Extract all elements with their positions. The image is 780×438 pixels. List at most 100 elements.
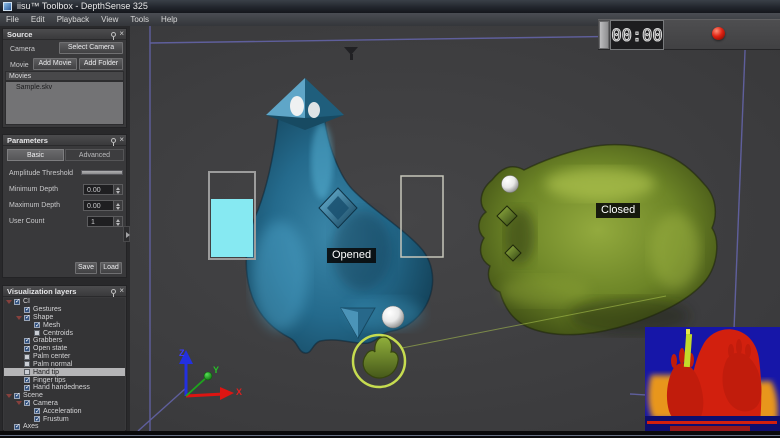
layer-row-hand-handedness[interactable]: Hand handedness xyxy=(4,384,125,392)
checkbox-icon[interactable] xyxy=(24,361,30,367)
spinner-buttons[interactable] xyxy=(113,217,122,226)
load-button[interactable]: Load xyxy=(100,262,122,274)
filter-icon[interactable] xyxy=(342,46,360,62)
layer-label: Hand handedness xyxy=(33,384,90,391)
record-toolbar: 00:00 xyxy=(598,19,780,50)
window-title: iisu™ Toolbox - DepthSense 325 xyxy=(17,0,148,13)
source-panel-title: Source xyxy=(7,30,32,39)
source-panel-header[interactable]: Source × xyxy=(3,29,126,40)
checkbox-icon[interactable] xyxy=(24,400,30,406)
checkbox-icon[interactable] xyxy=(24,385,30,391)
menu-playback[interactable]: Playback xyxy=(51,13,95,26)
layer-row-grabbers[interactable]: Grabbers xyxy=(4,337,125,345)
checkbox-icon[interactable] xyxy=(34,416,40,422)
opened-hand-mesh xyxy=(246,78,432,353)
sidebar-collapse-handle[interactable] xyxy=(123,226,130,242)
layer-row-gestures[interactable]: Gestures xyxy=(4,306,125,314)
layer-label: Open state xyxy=(33,345,67,352)
chevron-right-icon xyxy=(126,232,130,238)
movies-list[interactable]: Sample.skv xyxy=(5,81,124,125)
checkbox-icon[interactable] xyxy=(24,346,30,352)
layer-row-scene[interactable]: Scene xyxy=(4,392,125,400)
window-bottom-edge xyxy=(0,431,780,438)
open-state-gauge-fill xyxy=(211,199,253,257)
layer-label: Hand tip xyxy=(33,369,59,376)
layer-label: Scene xyxy=(23,392,43,399)
3d-viewport[interactable]: Z X Y xyxy=(130,26,780,431)
pin-icon[interactable] xyxy=(111,138,116,143)
checkbox-icon[interactable] xyxy=(24,338,30,344)
checkbox-icon[interactable] xyxy=(34,408,40,414)
select-camera-button[interactable]: Select Camera xyxy=(59,42,123,54)
close-icon[interactable]: × xyxy=(119,287,124,295)
viz-panel-title: Visualization layers xyxy=(7,287,76,296)
layers-tree: CI Gestures Shape Mesh Centroids Grabber… xyxy=(4,298,125,431)
layer-row-ci[interactable]: CI xyxy=(4,298,125,306)
add-movie-button[interactable]: Add Movie xyxy=(33,58,77,70)
menu-tools[interactable]: Tools xyxy=(124,13,155,26)
checkbox-icon[interactable] xyxy=(24,369,30,375)
pin-icon[interactable] xyxy=(111,289,116,294)
save-button[interactable]: Save xyxy=(75,262,97,274)
checkbox-icon[interactable] xyxy=(14,424,20,430)
menu-edit[interactable]: Edit xyxy=(25,13,51,26)
checkbox-icon[interactable] xyxy=(24,315,30,321)
spinner-buttons[interactable] xyxy=(113,185,122,194)
tab-basic[interactable]: Basic xyxy=(7,149,64,161)
amplitude-threshold-label: Amplitude Threshold xyxy=(9,170,73,177)
parameters-panel-header[interactable]: Parameters × xyxy=(3,135,126,146)
amplitude-threshold-slider[interactable] xyxy=(81,170,123,175)
user-count-input[interactable]: 1 xyxy=(87,216,123,227)
minimum-depth-label: Minimum Depth xyxy=(9,186,58,193)
title-bar[interactable]: iisu™ Toolbox - DepthSense 325 xyxy=(0,0,780,13)
tab-advanced[interactable]: Advanced xyxy=(65,149,124,161)
layer-row-hand-tip[interactable]: Hand tip xyxy=(4,368,125,376)
layer-label: Palm center xyxy=(33,353,70,360)
checkbox-icon[interactable] xyxy=(34,330,40,336)
layer-label: Gestures xyxy=(33,306,61,313)
close-icon[interactable]: × xyxy=(119,30,124,38)
toolbar-drag-handle[interactable] xyxy=(599,21,609,49)
layer-row-camera[interactable]: Camera xyxy=(4,400,125,408)
layer-row-palm-center[interactable]: Palm center xyxy=(4,353,125,361)
iisu-toolbox-window: iisu™ Toolbox - DepthSense 325 File Edit… xyxy=(0,0,780,438)
fingertip-marker xyxy=(290,96,304,116)
spinner-buttons[interactable] xyxy=(113,201,122,210)
menu-help[interactable]: Help xyxy=(155,13,183,26)
layer-row-frustum[interactable]: Frustum xyxy=(4,415,125,423)
layer-row-shape[interactable]: Shape xyxy=(4,314,125,322)
menu-view[interactable]: View xyxy=(95,13,124,26)
minimum-depth-input[interactable]: 0.00 xyxy=(83,184,123,195)
viz-panel-header[interactable]: Visualization layers × xyxy=(3,286,126,297)
expand-arrow-icon[interactable] xyxy=(16,401,22,405)
layer-row-acceleration[interactable]: Acceleration xyxy=(4,407,125,415)
maximum-depth-input[interactable]: 0.00 xyxy=(83,200,123,211)
layer-row-centroids[interactable]: Centroids xyxy=(4,329,125,337)
checkbox-icon[interactable] xyxy=(24,307,30,313)
expand-arrow-icon[interactable] xyxy=(16,316,22,320)
camera-label: Camera xyxy=(10,46,35,53)
record-button[interactable] xyxy=(712,27,725,40)
pin-icon[interactable] xyxy=(111,32,116,37)
user-count-label: User Count xyxy=(9,218,44,225)
menu-file[interactable]: File xyxy=(0,13,25,26)
checkbox-icon[interactable] xyxy=(24,354,30,360)
layer-label: CI xyxy=(23,298,30,305)
checkbox-icon[interactable] xyxy=(14,393,20,399)
movie-list-item[interactable]: Sample.skv xyxy=(6,82,123,91)
layer-row-mesh[interactable]: Mesh xyxy=(4,321,125,329)
close-icon[interactable]: × xyxy=(119,136,124,144)
layer-row-finger-tips[interactable]: Finger tips xyxy=(4,376,125,384)
layer-row-palm-normal[interactable]: Palm normal xyxy=(4,361,125,369)
add-folder-button[interactable]: Add Folder xyxy=(79,58,123,70)
checkbox-icon[interactable] xyxy=(24,377,30,383)
parameters-panel: Parameters × Basic Advanced Amplitude Th… xyxy=(2,134,127,278)
expand-arrow-icon[interactable] xyxy=(6,300,12,304)
checkbox-icon[interactable] xyxy=(14,299,20,305)
layer-row-open-state[interactable]: Open state xyxy=(4,345,125,353)
layer-label: Camera xyxy=(33,400,58,407)
checkbox-icon[interactable] xyxy=(34,322,40,328)
expand-arrow-icon[interactable] xyxy=(6,394,12,398)
layer-label: Acceleration xyxy=(43,408,82,415)
layer-row-axes[interactable]: Axes xyxy=(4,423,125,431)
